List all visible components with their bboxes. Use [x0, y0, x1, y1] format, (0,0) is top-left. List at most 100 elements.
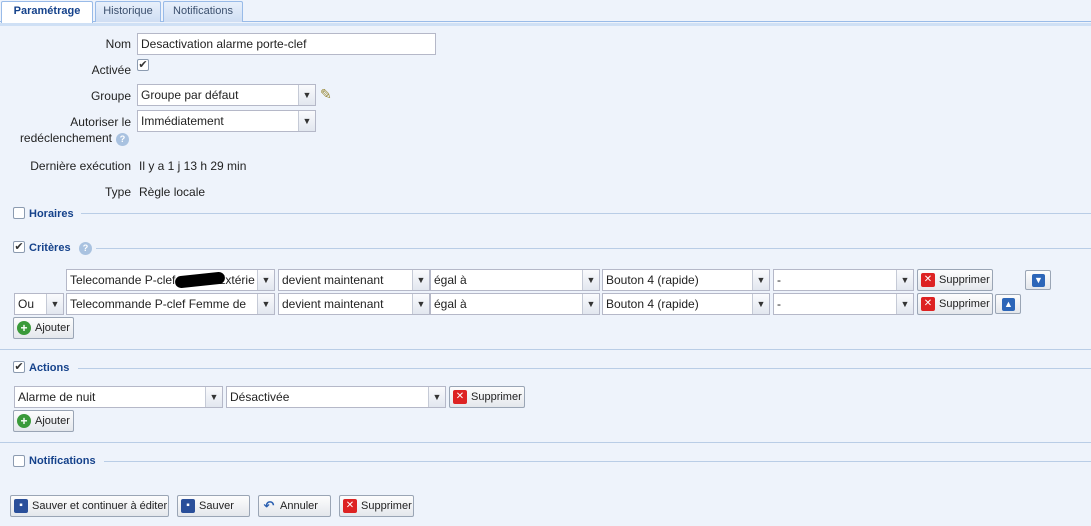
actions-divider — [78, 368, 1091, 369]
action-1-value-select[interactable]: Désactivée ▼ — [226, 386, 446, 408]
notifications-divider — [104, 461, 1091, 462]
group-select-value: Groupe par défaut — [141, 88, 239, 102]
actions-section-title[interactable]: Actions — [29, 362, 69, 374]
chevron-down-icon[interactable]: ▼ — [298, 85, 315, 105]
active-checkbox[interactable]: ✔ — [137, 59, 149, 71]
criterion-1-value-value: Bouton 4 (rapide) — [606, 273, 699, 287]
criterion-2-operator-value: égal à — [434, 297, 467, 311]
criterion-1-delete-button[interactable]: ✕ Supprimer — [917, 269, 993, 291]
undo-icon: ↶ — [263, 498, 275, 513]
name-label: Nom — [105, 37, 131, 51]
edit-pencil-icon[interactable]: ✎ — [320, 86, 332, 103]
criterion-2-operator-select[interactable]: égal à ▼ — [430, 293, 600, 315]
horaires-checkbox[interactable] — [13, 207, 25, 219]
criterion-1-device-value: Telecomande P-clef Extérie — [70, 273, 255, 287]
horaires-divider — [81, 213, 1091, 214]
name-input[interactable]: Desactivation alarme porte-clef — [137, 33, 436, 55]
action-1-target-select[interactable]: Alarme de nuit ▼ — [14, 386, 223, 408]
arrow-up-icon: ▲ — [1002, 298, 1015, 311]
criteres-divider — [96, 248, 1091, 249]
chevron-down-icon[interactable]: ▼ — [412, 294, 429, 314]
help-icon[interactable]: ? — [116, 133, 129, 146]
criterion-2-device-select[interactable]: Telecommande P-clef Femme de ▼ — [66, 293, 275, 315]
chevron-down-icon[interactable]: ▼ — [257, 270, 274, 290]
chevron-down-icon[interactable]: ▼ — [582, 294, 599, 314]
criteria-add-button[interactable]: + Ajouter — [13, 317, 74, 339]
delete-icon: ✕ — [453, 390, 467, 404]
chevron-down-icon[interactable]: ▼ — [582, 270, 599, 290]
criterion-1-extra-value: - — [777, 273, 781, 287]
delete-icon: ✕ — [921, 273, 935, 287]
criteres-bottom-divider — [0, 349, 1091, 350]
criterion-2-move-up-button[interactable]: ▲ — [995, 294, 1021, 314]
retrigger-select-value: Immédiatement — [141, 114, 224, 128]
criterion-1-value-select[interactable]: Bouton 4 (rapide) ▼ — [602, 269, 770, 291]
save-and-continue-button[interactable]: ▪ Sauver et continuer à éditer — [10, 495, 169, 517]
cancel-button[interactable]: ↶ Annuler — [258, 495, 331, 517]
chevron-down-icon[interactable]: ▼ — [428, 387, 445, 407]
add-icon: + — [17, 414, 31, 428]
criterion-2-extra-value: - — [777, 297, 781, 311]
criterion-2-value-select[interactable]: Bouton 4 (rapide) ▼ — [602, 293, 770, 315]
tab-parametrage[interactable]: Paramétrage — [1, 1, 93, 24]
save-button[interactable]: ▪ Sauver — [177, 495, 250, 517]
active-label: Activée — [91, 63, 131, 77]
floppy-disk-icon: ▪ — [14, 499, 28, 513]
chevron-down-icon[interactable]: ▼ — [752, 270, 769, 290]
criterion-1-operator-value: égal à — [434, 273, 467, 287]
retrigger-label-line2: redéclenchement — [19, 131, 112, 145]
criterion-2-connector-value: Ou — [18, 297, 35, 311]
criterion-2-delete-button[interactable]: ✕ Supprimer — [917, 293, 993, 315]
delete-icon: ✕ — [921, 297, 935, 311]
criterion-2-connector-select[interactable]: Ou ▼ — [14, 293, 64, 315]
notifications-section-title[interactable]: Notifications — [29, 455, 96, 467]
criteres-checkbox[interactable]: ✔ — [13, 241, 25, 253]
chevron-down-icon[interactable]: ▼ — [298, 111, 315, 131]
criterion-2-device-value: Telecommande P-clef Femme de — [70, 297, 247, 311]
type-label: Type — [104, 185, 131, 199]
criterion-1-condition-value: devient maintenant — [282, 273, 384, 287]
tab-bar: Paramétrage Historique Notifications — [0, 0, 1091, 24]
chevron-down-icon[interactable]: ▼ — [752, 294, 769, 314]
group-label: Groupe — [90, 89, 131, 103]
actions-checkbox[interactable]: ✔ — [13, 361, 25, 373]
delete-icon: ✕ — [343, 499, 357, 513]
action-1-value-value: Désactivée — [230, 390, 290, 404]
action-1-delete-button[interactable]: ✕ Supprimer — [449, 386, 525, 408]
add-icon: + — [17, 321, 31, 335]
type-value: Règle locale — [139, 185, 206, 199]
chevron-down-icon[interactable]: ▼ — [46, 294, 63, 314]
chevron-down-icon[interactable]: ▼ — [257, 294, 274, 314]
criterion-1-condition-select[interactable]: devient maintenant ▼ — [278, 269, 430, 291]
actions-bottom-divider — [0, 442, 1091, 443]
chevron-down-icon[interactable]: ▼ — [412, 270, 429, 290]
criterion-1-device-select[interactable]: Telecomande P-clef Extérie ▼ — [66, 269, 275, 291]
actions-add-button[interactable]: + Ajouter — [13, 410, 74, 432]
floppy-disk-icon: ▪ — [181, 499, 195, 513]
tab-notifications[interactable]: Notifications — [163, 1, 243, 22]
group-select[interactable]: Groupe par défaut ▼ — [137, 84, 316, 106]
criterion-2-condition-select[interactable]: devient maintenant ▼ — [278, 293, 430, 315]
chevron-down-icon[interactable]: ▼ — [896, 270, 913, 290]
criterion-1-extra-select[interactable]: - ▼ — [773, 269, 914, 291]
action-1-target-value: Alarme de nuit — [18, 390, 96, 404]
criterion-1-move-down-button[interactable]: ▼ — [1025, 270, 1051, 290]
arrow-down-icon: ▼ — [1032, 274, 1045, 287]
last-exec-label: Dernière exécution — [30, 159, 131, 173]
last-exec-value: Il y a 1 j 13 h 29 min — [139, 159, 247, 173]
notifications-checkbox[interactable] — [13, 455, 25, 467]
retrigger-select[interactable]: Immédiatement ▼ — [137, 110, 316, 132]
chevron-down-icon[interactable]: ▼ — [896, 294, 913, 314]
panel-header-strip — [0, 23, 1091, 26]
criterion-1-operator-select[interactable]: égal à ▼ — [430, 269, 600, 291]
criteres-help-icon[interactable]: ? — [79, 242, 92, 255]
criteres-section-title[interactable]: Critères — [29, 242, 71, 254]
retrigger-label-line1: Autoriser le — [70, 115, 131, 129]
horaires-section-title[interactable]: Horaires — [29, 208, 74, 220]
criterion-2-value-value: Bouton 4 (rapide) — [606, 297, 699, 311]
chevron-down-icon[interactable]: ▼ — [205, 387, 222, 407]
delete-rule-button[interactable]: ✕ Supprimer — [339, 495, 414, 517]
criterion-2-extra-select[interactable]: - ▼ — [773, 293, 914, 315]
tab-historique[interactable]: Historique — [95, 1, 161, 22]
criterion-2-condition-value: devient maintenant — [282, 297, 384, 311]
